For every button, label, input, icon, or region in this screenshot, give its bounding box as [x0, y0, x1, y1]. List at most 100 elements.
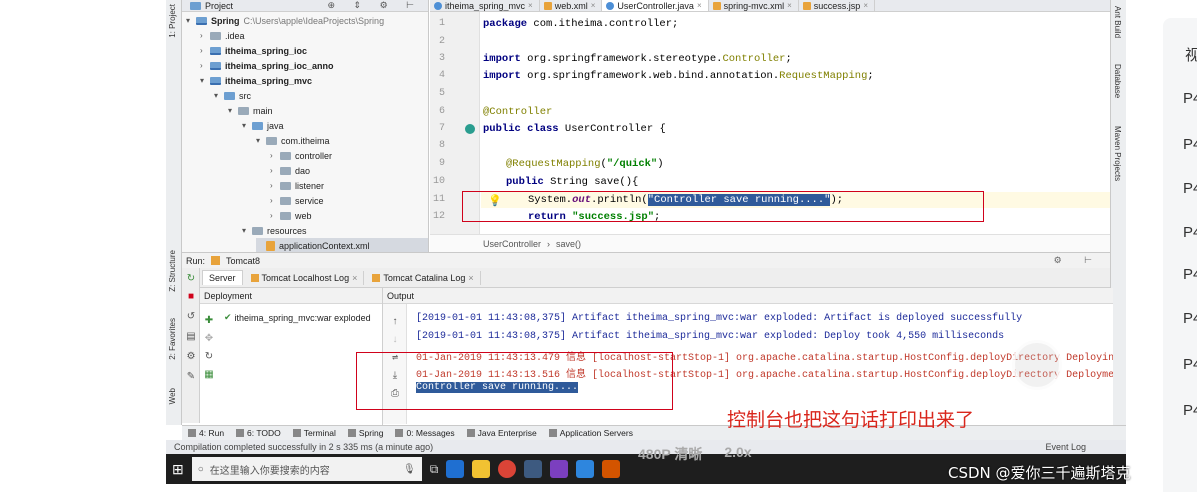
tree-item[interactable]: › itheima_spring_ioc: [200, 43, 307, 58]
chevron-right-icon[interactable]: ›: [200, 46, 210, 55]
tree-item[interactable]: › itheima_spring_ioc_anno: [200, 58, 334, 73]
rerun-icon[interactable]: ↻: [186, 274, 196, 284]
chevron-down-icon[interactable]: ▾: [228, 106, 238, 115]
tree-item[interactable]: › web: [270, 208, 312, 223]
sidebar-item[interactable]: P4: [1183, 180, 1197, 197]
deploy-refresh-icon[interactable]: ↻: [204, 352, 214, 362]
run-config-tab[interactable]: Tomcat8: [226, 256, 260, 266]
project-panel-title[interactable]: Project: [205, 1, 233, 11]
editor-tab[interactable]: UserController.java ×: [602, 0, 709, 11]
database-tool-button[interactable]: Database: [1113, 64, 1122, 98]
settings-icon[interactable]: ⚙: [186, 352, 196, 362]
chevron-right-icon[interactable]: ›: [270, 211, 280, 220]
close-icon[interactable]: ×: [468, 273, 473, 283]
close-icon[interactable]: ×: [352, 273, 357, 283]
sidebar-item[interactable]: P4: [1183, 136, 1197, 153]
powerpoint-icon[interactable]: [602, 460, 621, 478]
chevron-right-icon[interactable]: ›: [270, 166, 280, 175]
chrome-icon[interactable]: [498, 460, 517, 478]
bottom-tool-button[interactable]: Terminal: [292, 428, 336, 438]
editor-tab[interactable]: itheima_spring_mvc ×: [430, 0, 540, 11]
chevron-right-icon[interactable]: ›: [270, 196, 280, 205]
tree-item[interactable]: › dao: [270, 163, 310, 178]
deploy-move-icon[interactable]: ✥: [204, 334, 214, 344]
bottom-tool-button[interactable]: Java Enterprise: [466, 428, 537, 438]
microphone-icon[interactable]: 🎙: [403, 464, 416, 475]
tree-item[interactable]: ▾ com.itheima: [256, 133, 330, 148]
bottom-tool-button[interactable]: 0: Messages: [395, 428, 455, 438]
sidebar-item[interactable]: P4: [1183, 310, 1197, 327]
sidebar-item[interactable]: P4: [1183, 356, 1197, 373]
run-tab[interactable]: Server: [202, 270, 243, 285]
chevron-down-icon[interactable]: ▾: [214, 91, 224, 100]
tree-item[interactable]: ▾ src: [214, 88, 251, 103]
project-tool-button[interactable]: 1: Project: [168, 4, 177, 38]
close-icon[interactable]: ×: [528, 1, 533, 10]
chevron-right-icon[interactable]: ›: [200, 31, 210, 40]
windows-start-icon[interactable]: ⊞: [172, 461, 184, 478]
chevron-down-icon[interactable]: ▾: [242, 121, 252, 130]
chevron-right-icon[interactable]: ›: [200, 61, 210, 70]
bottom-tool-button[interactable]: Application Servers: [548, 428, 633, 438]
tree-item[interactable]: applicationContext.xml: [256, 238, 428, 252]
sidebar-item[interactable]: P4: [1183, 224, 1197, 241]
project-panel-actions-icon[interactable]: ⊕ ⇕ ⚙ ⊢: [328, 0, 423, 11]
taskbar-search[interactable]: ○ 在这里输入你要搜索的内容 🎙: [191, 457, 422, 481]
close-icon[interactable]: ×: [591, 1, 596, 10]
intellij-icon[interactable]: [550, 460, 569, 478]
sidebar-item[interactable]: P4: [1183, 266, 1197, 283]
tree-item[interactable]: › controller: [270, 148, 332, 163]
dump-threads-icon[interactable]: ▤: [186, 332, 196, 342]
file-explorer-icon[interactable]: [472, 460, 491, 478]
breadcrumb-method[interactable]: save(): [556, 239, 581, 249]
close-icon[interactable]: ×: [787, 1, 792, 10]
tree-item[interactable]: ▾ java: [242, 118, 284, 133]
favorites-tool-button[interactable]: 2: Favorites: [168, 318, 177, 360]
speed-button[interactable]: 2.0x: [724, 444, 751, 464]
structure-tool-button[interactable]: Z: Structure: [168, 250, 177, 292]
tree-item[interactable]: ▾ main: [228, 103, 273, 118]
run-tab[interactable]: Tomcat Catalina Log ×: [366, 270, 481, 285]
task-view-icon[interactable]: ⧉: [430, 462, 439, 477]
deploy-add-icon[interactable]: ✚: [204, 316, 214, 326]
ant-build-tool-button[interactable]: Ant Build: [1113, 6, 1122, 38]
run-tab[interactable]: Tomcat Localhost Log ×: [245, 270, 365, 285]
editor-tab[interactable]: success.jsp ×: [799, 0, 875, 11]
chevron-right-icon[interactable]: ›: [270, 151, 280, 160]
deploy-grid-icon[interactable]: ▦: [204, 370, 214, 380]
scroll-up-icon[interactable]: ↑: [390, 318, 400, 328]
close-icon[interactable]: ×: [863, 1, 868, 10]
editor-tab[interactable]: spring-mvc.xml ×: [709, 0, 799, 11]
chevron-down-icon[interactable]: ▾: [186, 16, 196, 25]
tree-item[interactable]: ▾ itheima_spring_mvc: [200, 73, 312, 88]
app-icon-2[interactable]: [576, 460, 595, 478]
tree-item[interactable]: ▾ Spring C:\Users\apple\IdeaProjects\Sprin…: [186, 13, 384, 28]
chevron-right-icon[interactable]: ›: [270, 181, 280, 190]
tree-item[interactable]: › service: [270, 193, 324, 208]
update-icon[interactable]: ↺: [186, 312, 196, 322]
stop-icon[interactable]: ■: [186, 292, 196, 302]
app-icon[interactable]: [524, 460, 543, 478]
chevron-down-icon[interactable]: ▾: [242, 226, 252, 235]
tree-item[interactable]: › listener: [270, 178, 324, 193]
editor-tab[interactable]: web.xml ×: [540, 0, 603, 11]
tree-item[interactable]: ▾ resources: [242, 223, 307, 238]
artifact-row[interactable]: ✔ itheima_spring_mvc:war exploded: [224, 312, 371, 323]
sidebar-item[interactable]: P4: [1183, 402, 1197, 419]
scroll-down-icon[interactable]: ↓: [390, 336, 400, 346]
run-settings-icon[interactable]: ⚙ ⊢: [1054, 255, 1102, 266]
pin-icon[interactable]: ✎: [186, 372, 196, 382]
quality-button[interactable]: 480P 清晰: [638, 444, 702, 464]
breadcrumb-class[interactable]: UserController: [483, 239, 541, 249]
chevron-down-icon[interactable]: ▾: [200, 76, 210, 85]
maven-tool-button[interactable]: Maven Projects: [1113, 126, 1122, 181]
event-log-button[interactable]: Event Log: [1045, 442, 1086, 452]
spring-bean-gutter-icon[interactable]: [465, 124, 475, 134]
bottom-tool-button[interactable]: Spring: [347, 428, 383, 438]
bottom-tool-button[interactable]: 4: Run: [188, 428, 224, 438]
store-icon[interactable]: [446, 460, 465, 478]
bottom-tool-button[interactable]: 6: TODO: [236, 428, 281, 438]
tree-item[interactable]: › .idea: [200, 28, 245, 43]
close-icon[interactable]: ×: [697, 1, 702, 10]
sidebar-item[interactable]: 视: [1185, 44, 1197, 65]
